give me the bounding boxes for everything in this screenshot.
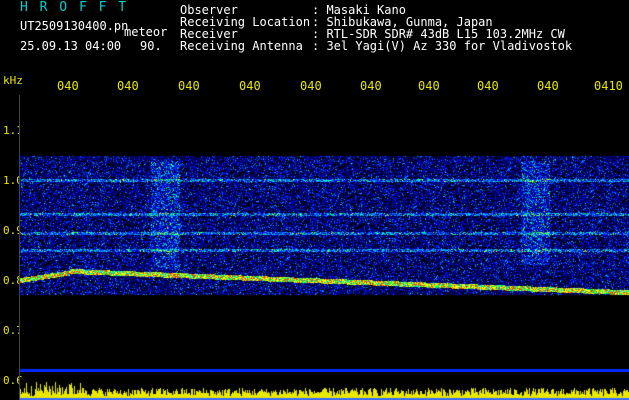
station-title: H R O F F T: [20, 0, 129, 15]
mode-tag: meteor: [124, 25, 168, 39]
antenna-value: : 3el Yagi(V) Az 330 for Vladivostok: [312, 39, 573, 53]
spectrogram-plot: [20, 100, 629, 372]
time-tick-4: 040: [239, 79, 261, 93]
date-time: 25.09.13 04:00: [20, 39, 122, 53]
header-value: 90.: [140, 39, 162, 53]
file-name: UT2509130400.pn: [20, 19, 129, 33]
time-tick-8: 040: [477, 79, 499, 93]
y-axis-unit: kHz: [3, 74, 23, 87]
antenna-label: Receiving Antenna: [180, 39, 303, 53]
time-tick-7: 040: [418, 79, 440, 93]
time-tick-2: 040: [117, 79, 139, 93]
time-tick-10: 0410: [594, 79, 623, 93]
time-tick-1: 040: [57, 79, 79, 93]
time-tick-5: 040: [300, 79, 322, 93]
time-tick-6: 040: [360, 79, 382, 93]
time-tick-9: 040: [537, 79, 559, 93]
time-tick-3: 040: [178, 79, 200, 93]
activity-bar: [20, 378, 629, 400]
